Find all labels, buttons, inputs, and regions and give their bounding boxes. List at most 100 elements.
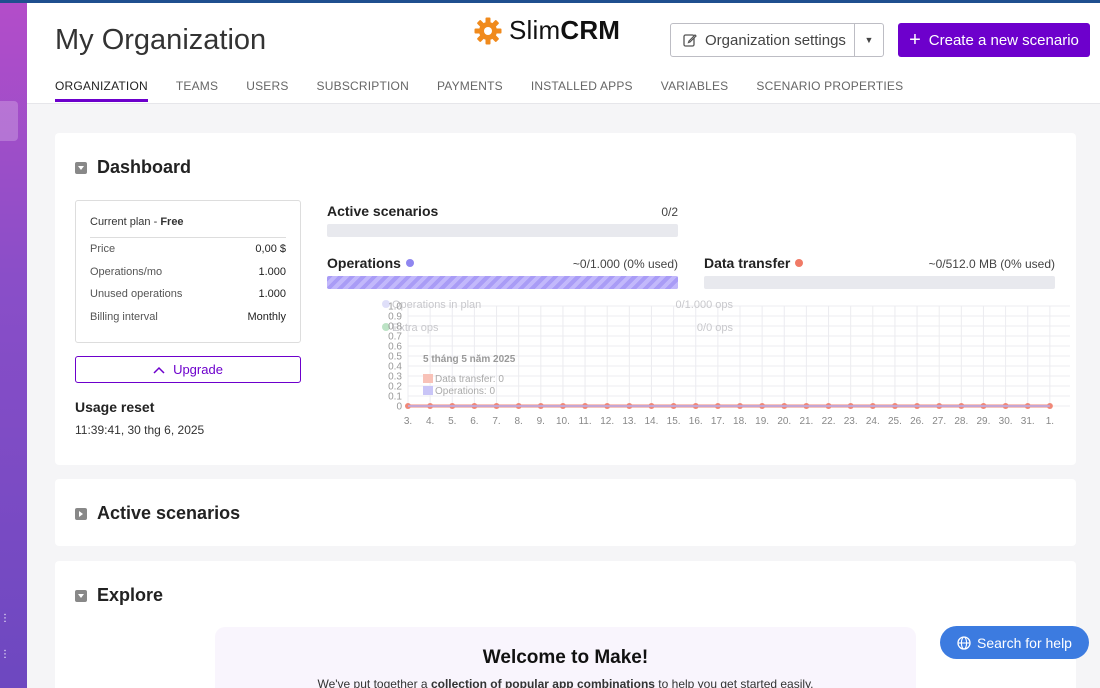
- x-tick-label: 8.: [514, 416, 522, 427]
- x-tick-label: 3.: [404, 416, 412, 427]
- gear-logo-icon: [474, 17, 502, 44]
- plus-icon: +: [909, 29, 921, 51]
- organization-settings-button[interactable]: Organization settings ▼: [670, 23, 884, 57]
- plan-row-value: 0,00 $: [255, 243, 286, 256]
- sidebar-more-icon[interactable]: ⋮: [0, 650, 10, 665]
- tooltip-swatch: [423, 374, 433, 383]
- data-transfer-label: Data transfer: [704, 255, 804, 271]
- x-tick-label: 18.: [733, 416, 747, 427]
- x-tick-label: 19.: [755, 416, 769, 427]
- plan-summary: Current plan - Free Price 0,00 $ Operatio…: [75, 200, 301, 343]
- tab-teams[interactable]: TEAMS: [176, 79, 218, 102]
- tab-installed-apps[interactable]: INSTALLED APPS: [531, 79, 633, 102]
- tab-scenario-properties[interactable]: SCENARIO PROPERTIES: [756, 79, 903, 102]
- welcome-text-link[interactable]: collection of popular app combinations: [431, 677, 655, 688]
- brand-logo: SlimCRM: [473, 15, 620, 46]
- plan-row-value: 1.000: [258, 265, 286, 278]
- x-tick-label: 27.: [932, 416, 946, 427]
- organization-settings-main[interactable]: Organization settings: [671, 24, 855, 56]
- operations-label: Operations: [327, 255, 414, 271]
- x-tick-label: 30.: [999, 416, 1013, 427]
- y-tick-label-left: 0.7: [388, 332, 402, 343]
- active-scenarios-header[interactable]: Active scenarios: [75, 503, 240, 524]
- data-transfer-dot-icon: [795, 259, 804, 267]
- usage-reset-value: 11:39:41, 30 thg 6, 2025: [75, 423, 205, 437]
- legend-label: Operations in plan: [392, 299, 481, 311]
- tab-variables[interactable]: VARIABLES: [661, 79, 729, 102]
- create-scenario-button[interactable]: + Create a new scenario: [898, 23, 1090, 57]
- plan-row: Price 0,00 $: [90, 238, 286, 261]
- operations-dot-icon: [405, 259, 414, 267]
- page-title: My Organization: [55, 24, 267, 56]
- tooltip-row: Data transfer: 0: [435, 374, 504, 385]
- dashboard-title: Dashboard: [97, 157, 192, 177]
- globe-icon: [957, 635, 971, 650]
- tab-organization[interactable]: ORGANIZATION: [55, 79, 148, 102]
- brand-name: SlimCRM: [509, 15, 620, 46]
- current-plan-label: Current plan -: [90, 216, 161, 228]
- x-tick-label: 17.: [711, 416, 725, 427]
- plan-row-label: Operations/mo: [90, 265, 163, 278]
- plan-row-value: Monthly: [247, 310, 286, 323]
- chevron-up-icon: [153, 366, 165, 374]
- welcome-text-before: We've put together a: [317, 677, 431, 688]
- upgrade-label: Upgrade: [173, 362, 223, 377]
- collapse-icon[interactable]: [75, 161, 87, 174]
- plan-row-label: Price: [90, 243, 116, 256]
- plan-row: Billing interval Monthly: [90, 306, 286, 329]
- explore-title: Explore: [97, 585, 164, 605]
- x-tick-label: 26.: [910, 416, 924, 427]
- x-tick-label: 21.: [799, 416, 813, 427]
- legend-value: 0/0 ops: [697, 322, 734, 334]
- explore-header[interactable]: Explore: [75, 585, 163, 606]
- tab-users[interactable]: USERS: [246, 79, 288, 102]
- sidebar-menu-icon[interactable]: ⋮: [0, 614, 10, 629]
- create-scenario-label: Create a new scenario: [928, 31, 1079, 49]
- y-tick-label-left: 0.6: [388, 342, 402, 353]
- x-tick-label: 20.: [777, 416, 791, 427]
- legend-value: 0/1.000 ops: [676, 299, 734, 311]
- tooltip-title: 5 tháng 5 năm 2025: [423, 354, 516, 365]
- y-tick-label-left: 0.8: [388, 322, 402, 333]
- brand-bold: CRM: [560, 15, 621, 45]
- plan-row-label: Billing interval: [90, 310, 158, 323]
- y-tick-label-left: 0.4: [388, 362, 402, 373]
- operations-bar: [327, 276, 678, 289]
- tab-payments[interactable]: PAYMENTS: [437, 79, 503, 102]
- x-tick-label: 22.: [822, 416, 836, 427]
- x-tick-label: 5.: [448, 416, 456, 427]
- organization-settings-dropdown[interactable]: ▼: [855, 24, 883, 56]
- collapse-icon[interactable]: [75, 589, 87, 602]
- brand-prefix: Slim: [509, 15, 561, 45]
- caret-down-icon: ▼: [864, 35, 874, 45]
- x-tick-label: 29.: [977, 416, 991, 427]
- x-tick-label: 6.: [470, 416, 478, 427]
- x-tick-label: 10.: [556, 416, 570, 427]
- x-tick-label: 28.: [954, 416, 968, 427]
- x-tick-label: 25.: [888, 416, 902, 427]
- x-tick-label: 23.: [844, 416, 858, 427]
- search-help-button[interactable]: Search for help: [940, 626, 1089, 659]
- dashboard-header[interactable]: Dashboard: [75, 157, 191, 178]
- x-tick-label: 15.: [667, 416, 681, 427]
- y-tick-label-left: 0.3: [388, 372, 402, 383]
- active-scenarios-section-title: Active scenarios: [97, 503, 241, 523]
- expand-icon[interactable]: [75, 507, 87, 520]
- x-tick-label: 13.: [622, 416, 636, 427]
- x-tick-label: 14.: [645, 416, 659, 427]
- welcome-banner: Welcome to Make! We've put together a co…: [215, 627, 916, 688]
- x-tick-label: 7.: [492, 416, 500, 427]
- organization-settings-label: Organization settings: [705, 31, 846, 49]
- x-tick-label: 11.: [578, 416, 591, 427]
- sidebar-active-item[interactable]: [0, 101, 18, 141]
- tab-subscription[interactable]: SUBSCRIPTION: [317, 79, 409, 102]
- y-tick-label-left: 0.2: [388, 382, 402, 393]
- x-tick-label: 4.: [426, 416, 434, 427]
- plan-row-label: Unused operations: [90, 288, 183, 301]
- operations-value: ~0/1.000 (0% used): [572, 257, 678, 271]
- usage-chart: Operations in plan 0/1.000 opsExtra ops 0/…: [382, 299, 1070, 427]
- y-tick-label-left: 0.1: [388, 392, 402, 403]
- active-scenarios-label: Active scenarios: [327, 203, 438, 219]
- upgrade-button[interactable]: Upgrade: [75, 356, 301, 383]
- page-header: My Organization SlimCRM Organization set…: [27, 3, 1100, 104]
